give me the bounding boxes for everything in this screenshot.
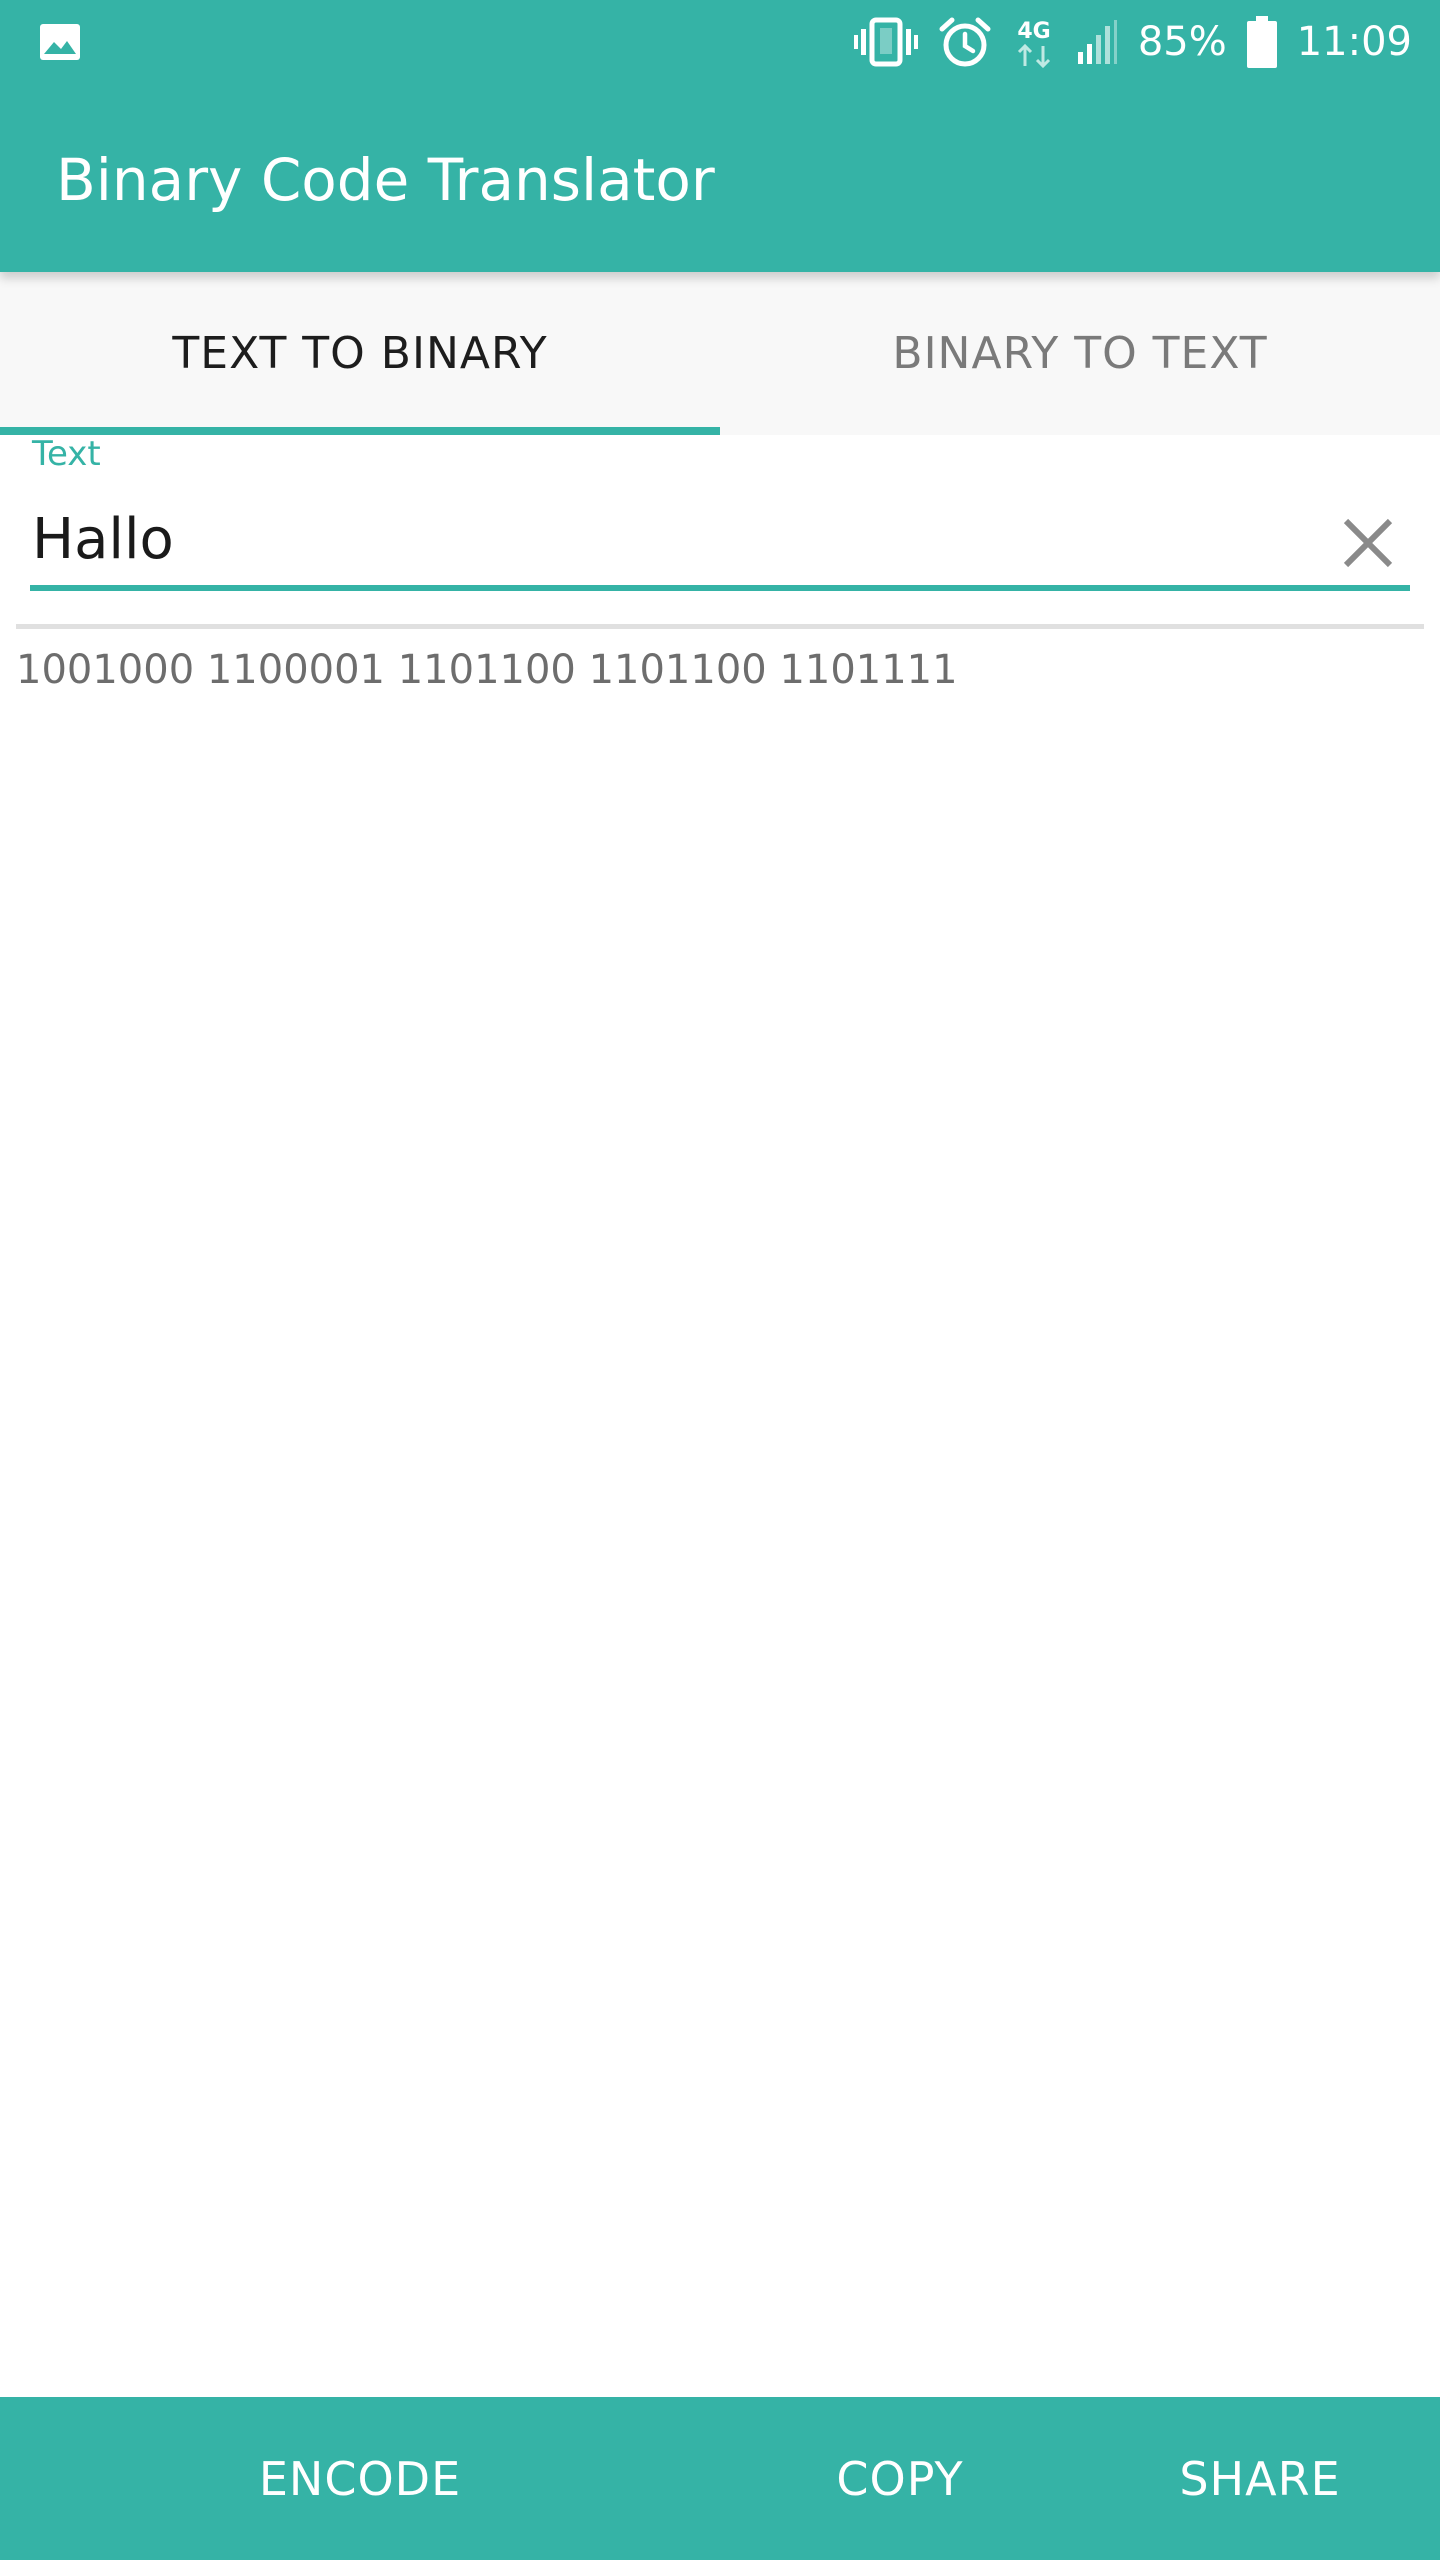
- battery-percent: 85%: [1137, 19, 1227, 65]
- network-4g-icon: 4G: [1017, 19, 1051, 69]
- tab-label: TEXT TO BINARY: [172, 328, 548, 379]
- battery-icon: [1246, 16, 1277, 68]
- share-button[interactable]: SHARE: [1100, 2397, 1420, 2560]
- encode-button[interactable]: ENCODE: [160, 2397, 560, 2560]
- status-bar: 4G 85% 11:09: [0, 0, 1440, 84]
- image-icon: [40, 24, 80, 60]
- svg-text:4G: 4G: [1017, 19, 1050, 44]
- bottom-action-bar: ENCODE COPY SHARE: [0, 2397, 1440, 2560]
- copy-button[interactable]: COPY: [740, 2397, 1060, 2560]
- close-icon[interactable]: [1330, 505, 1406, 581]
- app-bar: 4G 85% 11:09 Binary Code Translator: [0, 0, 1440, 272]
- clock: 11:09: [1296, 19, 1412, 65]
- vibrate-icon: [853, 17, 918, 67]
- tab-indicator: [0, 427, 720, 435]
- app-screen: 4G 85% 11:09 Binary Code Translator TEXT…: [0, 0, 1440, 2560]
- text-input[interactable]: [32, 494, 1312, 584]
- binary-output: 1001000 1100001 1101100 1101100 1101111: [16, 647, 958, 693]
- tab-text-to-binary[interactable]: TEXT TO BINARY: [0, 272, 720, 435]
- status-icons: 4G 85% 11:09: [853, 0, 1412, 84]
- page-title: Binary Code Translator: [56, 146, 715, 214]
- alarm-icon: [939, 17, 991, 67]
- tab-binary-to-text[interactable]: BINARY TO TEXT: [720, 272, 1440, 435]
- tab-bar: TEXT TO BINARY BINARY TO TEXT: [0, 272, 1440, 435]
- tab-label: BINARY TO TEXT: [892, 328, 1268, 379]
- text-field-label: Text: [32, 434, 101, 474]
- signal-icon: [1077, 20, 1117, 64]
- divider: [16, 624, 1424, 629]
- text-input-underline: [30, 585, 1410, 591]
